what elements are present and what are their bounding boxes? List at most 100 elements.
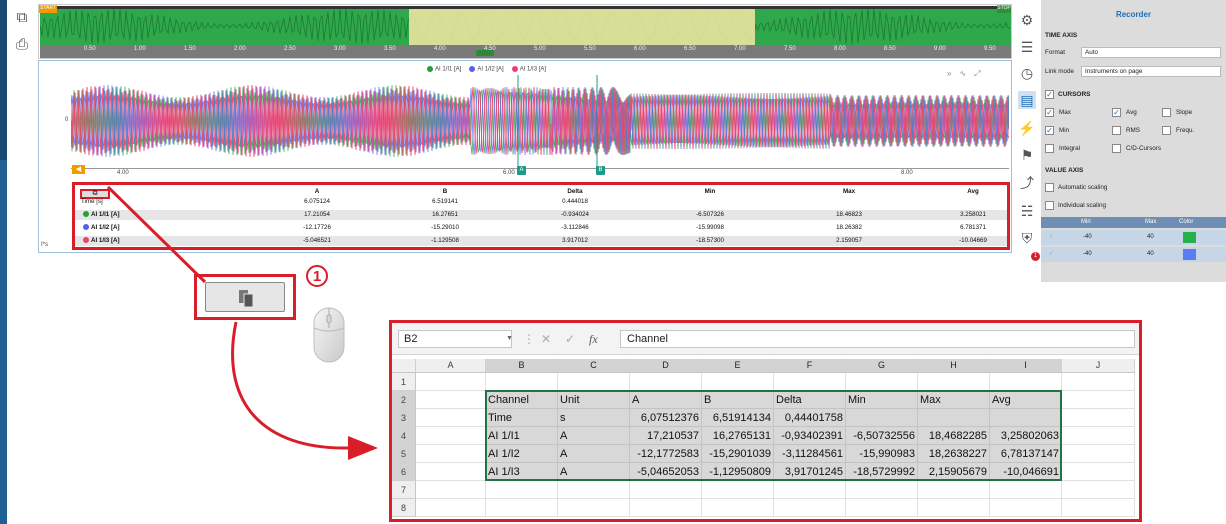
spreadsheet-cell[interactable]: [486, 373, 558, 391]
chevron-down-icon[interactable]: ▼: [506, 331, 513, 347]
column-header[interactable]: H: [918, 359, 990, 373]
column-header[interactable]: I: [990, 359, 1062, 373]
spreadsheet-cell[interactable]: Channel: [486, 391, 558, 409]
automatic-scaling-checkbox[interactable]: [1045, 183, 1054, 192]
spreadsheet-grid[interactable]: A B C D E F G H I J 1 2 Channel Unit A B Delta Min Max Avg 3…: [392, 359, 1139, 519]
settings-gear-icon[interactable]: ⚙: [1018, 11, 1036, 29]
spreadsheet-cell[interactable]: [918, 409, 990, 427]
spreadsheet-cell[interactable]: [1062, 463, 1135, 481]
spreadsheet-cell[interactable]: [702, 499, 774, 517]
spreadsheet-cell[interactable]: [846, 481, 918, 499]
spreadsheet-cell[interactable]: 2,15905679: [918, 463, 990, 481]
export-icon[interactable]: ⤴: [1018, 174, 1036, 192]
spreadsheet-cell[interactable]: [1062, 427, 1135, 445]
function-icon[interactable]: fx: [589, 330, 598, 348]
spreadsheet-cell[interactable]: Min: [846, 391, 918, 409]
spreadsheet-cell[interactable]: [846, 373, 918, 391]
spreadsheet-cell[interactable]: Avg: [990, 391, 1062, 409]
formula-input[interactable]: Channel: [620, 330, 1135, 348]
overview-visible-range[interactable]: [409, 6, 755, 46]
spreadsheet-cell[interactable]: Time: [486, 409, 558, 427]
spreadsheet-cell[interactable]: -15,990983: [846, 445, 918, 463]
spreadsheet-cell[interactable]: 6,07512376: [630, 409, 702, 427]
checkbox-integral[interactable]: [1045, 144, 1054, 153]
spreadsheet-cell[interactable]: [1062, 391, 1135, 409]
spreadsheet-cell[interactable]: [990, 499, 1062, 517]
flag-icon[interactable]: ⚑: [1018, 146, 1036, 164]
cursor-b-flag[interactable]: B: [596, 166, 605, 175]
spreadsheet-cell[interactable]: AI 1/I2: [486, 445, 558, 463]
spreadsheet-cell[interactable]: [702, 481, 774, 499]
spreadsheet-cell[interactable]: Unit: [558, 391, 630, 409]
column-header[interactable]: F: [774, 359, 846, 373]
car-icon[interactable]: ⛨: [1018, 229, 1036, 247]
scroll-left-marker[interactable]: ◀: [72, 165, 85, 174]
checkbox-avg[interactable]: ✓: [1112, 108, 1121, 117]
copy-window-icon[interactable]: ⧉: [13, 10, 31, 26]
row-header[interactable]: 7: [392, 481, 416, 499]
column-header[interactable]: E: [702, 359, 774, 373]
hierarchy-icon[interactable]: ☵: [1018, 202, 1036, 220]
spreadsheet-cell[interactable]: [990, 409, 1062, 427]
spreadsheet-cell[interactable]: A: [558, 445, 630, 463]
recorder-plot[interactable]: AI 1/I1 [A] AI 1/I2 [A] AI 1/I3 [A] » ∿ …: [38, 60, 1012, 253]
spreadsheet-cell[interactable]: [1062, 409, 1135, 427]
spreadsheet-cell[interactable]: [1062, 499, 1135, 517]
spreadsheet-cell[interactable]: 0,44401758: [774, 409, 846, 427]
column-header[interactable]: A: [416, 359, 486, 373]
spreadsheet-cell[interactable]: A: [630, 391, 702, 409]
spreadsheet-cell[interactable]: -6,50732556: [846, 427, 918, 445]
row-header[interactable]: 6: [392, 463, 416, 481]
spreadsheet-cell[interactable]: [630, 499, 702, 517]
format-select[interactable]: Auto: [1081, 47, 1221, 58]
spreadsheet-cell[interactable]: -12,1772583: [630, 445, 702, 463]
spreadsheet-cell[interactable]: Delta: [774, 391, 846, 409]
spreadsheet-cell[interactable]: [416, 463, 486, 481]
confirm-icon[interactable]: ✓: [565, 330, 575, 348]
axis-row[interactable]: ✓ -40 40: [1041, 247, 1226, 262]
spreadsheet-cell[interactable]: 18,2638227: [918, 445, 990, 463]
print-icon[interactable]: ⎙: [13, 37, 31, 53]
spreadsheet-cell[interactable]: [416, 481, 486, 499]
spreadsheet-cell[interactable]: 16,2765131: [702, 427, 774, 445]
spreadsheet-cell[interactable]: AI 1/I1: [486, 427, 558, 445]
spreadsheet-cell[interactable]: [918, 481, 990, 499]
spreadsheet-cell[interactable]: -15,2901039: [702, 445, 774, 463]
column-header[interactable]: B: [486, 359, 558, 373]
spreadsheet-cell[interactable]: [630, 481, 702, 499]
spreadsheet-cell[interactable]: [1062, 445, 1135, 463]
spreadsheet-cell[interactable]: [774, 373, 846, 391]
row-header[interactable]: 3: [392, 409, 416, 427]
spreadsheet-cell[interactable]: [416, 445, 486, 463]
checkbox-min[interactable]: ✓: [1045, 126, 1054, 135]
spreadsheet-cell[interactable]: [416, 499, 486, 517]
spreadsheet-cell[interactable]: A: [558, 463, 630, 481]
list-icon[interactable]: ☰: [1018, 38, 1036, 56]
cursors-checkbox[interactable]: ✓: [1045, 90, 1054, 99]
checkbox-rms[interactable]: [1112, 126, 1121, 135]
spreadsheet-cell[interactable]: 17,210537: [630, 427, 702, 445]
spreadsheet-cell[interactable]: [846, 409, 918, 427]
spreadsheet-cell[interactable]: -10,046691: [990, 463, 1062, 481]
lightning-icon[interactable]: ⚡: [1018, 119, 1036, 137]
spreadsheet-cell[interactable]: [416, 409, 486, 427]
copy-button-enlarged[interactable]: [205, 282, 285, 312]
spreadsheet-cell[interactable]: [486, 499, 558, 517]
spreadsheet-cell[interactable]: 18,4682285: [918, 427, 990, 445]
row-header[interactable]: 4: [392, 427, 416, 445]
spreadsheet-cell[interactable]: [990, 481, 1062, 499]
row-header[interactable]: 8: [392, 499, 416, 517]
spreadsheet-cell[interactable]: -3,11284561: [774, 445, 846, 463]
spreadsheet-cell[interactable]: [558, 481, 630, 499]
spreadsheet-cell[interactable]: [416, 373, 486, 391]
spreadsheet-cell[interactable]: [990, 373, 1062, 391]
axis-row[interactable]: ✓ -40 40: [1041, 230, 1226, 245]
spreadsheet-cell[interactable]: [558, 373, 630, 391]
individual-scaling-checkbox[interactable]: [1045, 201, 1054, 210]
spreadsheet-cell[interactable]: 3,25802063: [990, 427, 1062, 445]
overview-range-handle[interactable]: [476, 50, 494, 56]
select-all-corner[interactable]: [392, 359, 416, 373]
spreadsheet-cell[interactable]: -5,04652053: [630, 463, 702, 481]
column-header[interactable]: C: [558, 359, 630, 373]
color-swatch[interactable]: [1183, 232, 1196, 243]
